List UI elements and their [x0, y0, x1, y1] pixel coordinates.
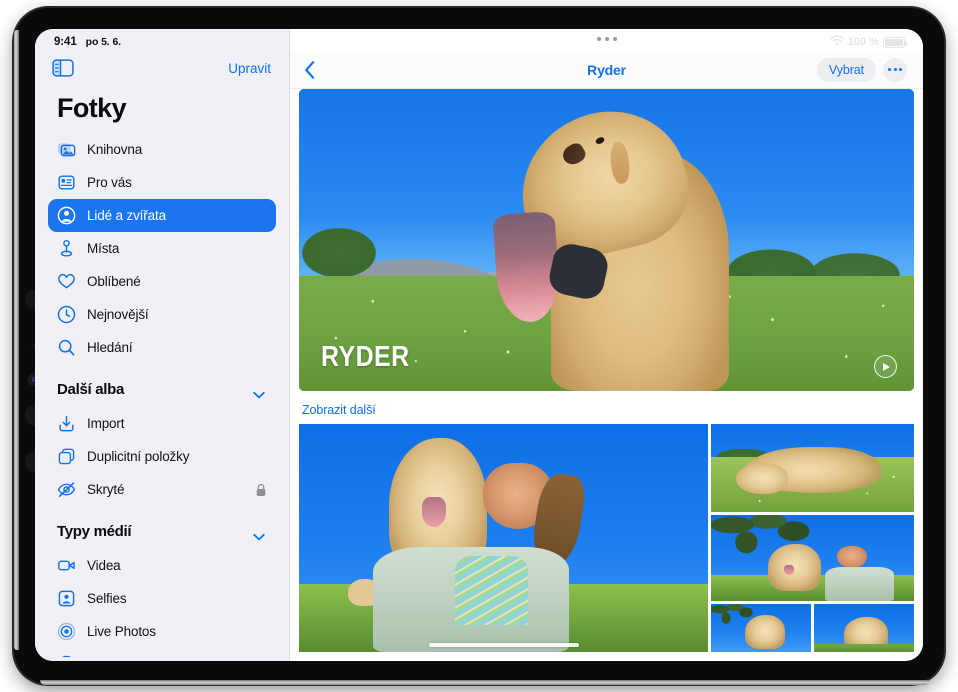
heart-icon — [57, 272, 76, 291]
more-options-button[interactable] — [883, 57, 907, 82]
sidebar-item-skryte[interactable]: Skryté — [48, 473, 276, 506]
nav-right-actions: Vybrat — [816, 57, 907, 82]
photo-row-small — [711, 604, 914, 652]
sidebar-item-videa[interactable]: Videa — [48, 549, 276, 582]
photo-dog-closeup[interactable] — [711, 604, 812, 652]
wifi-icon — [830, 33, 844, 51]
sidebar-item-label: Duplicitní položky — [87, 449, 190, 464]
select-button[interactable]: Vybrat — [816, 57, 876, 82]
sidebar-item-selfies[interactable]: Selfies — [48, 582, 276, 615]
hero-photo-ryder[interactable]: RYDER — [299, 89, 914, 391]
photo-woman-and-dog-under-tree[interactable] — [711, 515, 914, 601]
tile-dog-tongue — [421, 496, 447, 527]
content-scroll-area[interactable]: RYDER Zobrazit další — [290, 89, 923, 661]
photo-woman-holding-dog[interactable] — [299, 424, 709, 652]
show-more-link[interactable]: Zobrazit další — [302, 403, 914, 417]
search-icon — [57, 338, 76, 357]
sidebar-section-dalsi-alba[interactable]: Další alba — [48, 373, 276, 406]
sidebar-item-hledani[interactable]: Hledání — [48, 331, 276, 364]
tile-dog-head — [735, 462, 789, 495]
battery-percent: 100 % — [847, 36, 879, 48]
tile-woman-shirt — [454, 556, 529, 625]
hero-dog-snout — [559, 141, 589, 170]
sidebar-item-oblibene[interactable]: Oblíbené — [48, 265, 276, 298]
selfie-person-icon — [57, 589, 76, 608]
main-content: 100 % Ryder Vybrat RYDER Zobrazit další — [290, 29, 923, 661]
tile-grass — [814, 644, 914, 652]
person-circle-icon — [57, 206, 76, 225]
for-you-card-icon — [57, 173, 76, 192]
photo-grid — [299, 424, 914, 652]
sidebar: 9:41 po 5. 6. Upravit Fotky Knihovna Pro… — [35, 29, 290, 661]
ipad-device-frame: 9:41 po 5. 6. Upravit Fotky Knihovna Pro… — [14, 8, 944, 685]
duplicate-squares-icon — [57, 447, 76, 466]
map-pin-icon — [57, 239, 76, 258]
sidebar-item-label: Místa — [87, 241, 120, 256]
sidebar-item-portrety[interactable]: Portréty — [48, 648, 276, 657]
tile-woman-jacket — [824, 566, 894, 601]
play-icon[interactable] — [874, 355, 897, 378]
eye-slash-icon — [57, 480, 76, 499]
page-title: Fotky — [57, 93, 127, 123]
status-indicators: 100 % — [830, 33, 907, 51]
live-photo-icon — [57, 622, 76, 641]
hero-dog-eye — [594, 136, 606, 146]
sidebar-item-pro-vas[interactable]: Pro vás — [48, 166, 276, 199]
status-bar-left: 9:41 po 5. 6. — [35, 29, 289, 51]
chevron-down-icon[interactable] — [253, 386, 265, 398]
device-bottom-edge — [40, 680, 930, 685]
status-bar-right: 100 % — [290, 29, 923, 51]
tile-dog — [745, 614, 786, 650]
sidebar-item-label: Pro vás — [87, 175, 132, 190]
status-date: po 5. 6. — [85, 36, 122, 48]
sidebar-item-mista[interactable]: Místa — [48, 232, 276, 265]
sidebar-item-label: Skryté — [87, 482, 125, 497]
chevron-down-icon[interactable] — [253, 528, 265, 540]
photo-dog-in-grass[interactable] — [814, 604, 914, 652]
sidebar-item-knihovna[interactable]: Knihovna — [48, 133, 276, 166]
sidebar-item-label: Videa — [87, 558, 121, 573]
hero-dog-ear — [608, 141, 632, 185]
navigation-bar: Ryder Vybrat — [290, 51, 923, 89]
import-download-icon — [57, 414, 76, 433]
sidebar-section-label: Další alba — [57, 381, 125, 398]
sidebar-item-label: Lidé a zvířata — [87, 208, 166, 223]
photo-dog-lying-in-clover[interactable] — [711, 424, 914, 512]
photo-stack-icon — [57, 140, 76, 159]
sidebar-item-duplicitni-polozky[interactable]: Duplicitní položky — [48, 440, 276, 473]
sidebar-item-live-photos[interactable]: Live Photos — [48, 615, 276, 648]
tile-dog — [768, 544, 821, 591]
battery-icon — [883, 36, 907, 48]
sidebar-item-label: Import — [87, 416, 125, 431]
sidebar-item-lide-a-zvirata[interactable]: Lidé a zvířata — [48, 199, 276, 232]
status-time: 9:41 — [54, 36, 77, 48]
back-chevron-icon[interactable] — [304, 60, 316, 80]
sidebar-toolbar: Upravit — [35, 51, 289, 85]
sidebar-item-label: Knihovna — [87, 142, 143, 157]
sidebar-item-label: Live Photos — [87, 624, 156, 639]
sidebar-item-label: Selfies — [87, 591, 127, 606]
nav-title: Ryder — [587, 61, 626, 78]
sidebar-item-label: Nejnovější — [87, 307, 149, 322]
portrait-f-icon — [57, 655, 76, 657]
sidebar-section-label: Typy médií — [57, 523, 132, 540]
sidebar-toggle-icon[interactable] — [52, 59, 74, 77]
lock-icon — [255, 483, 267, 497]
sidebar-item-label: Oblíbené — [87, 274, 141, 289]
hero-overlay-title: RYDER — [321, 341, 410, 373]
sidebar-section-typy-medii[interactable]: Typy médií — [48, 515, 276, 548]
sidebar-item-nejnovejsi[interactable]: Nejnovější — [48, 298, 276, 331]
ipad-screen: 9:41 po 5. 6. Upravit Fotky Knihovna Pro… — [35, 29, 923, 661]
device-left-edge — [14, 30, 19, 650]
video-camera-icon — [57, 556, 76, 575]
sidebar-scroll-area[interactable]: Knihovna Pro vás Lidé a zvířata Místa Ob… — [35, 133, 289, 657]
sidebar-item-label: Hledání — [87, 340, 133, 355]
sidebar-item-import[interactable]: Import — [48, 407, 276, 440]
clock-icon — [57, 305, 76, 324]
edit-button[interactable]: Upravit — [228, 61, 271, 76]
multitask-handle-icon[interactable] — [596, 37, 617, 41]
home-indicator[interactable] — [428, 642, 579, 647]
